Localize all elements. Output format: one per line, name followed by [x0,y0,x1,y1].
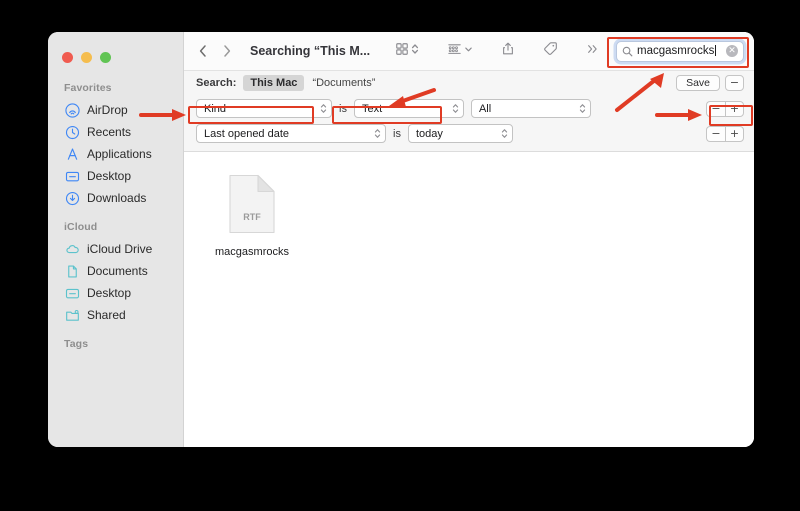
clear-search-icon[interactable]: ✕ [726,45,738,57]
sidebar-item-label: Recents [87,125,132,139]
downloads-icon [65,191,80,206]
sidebar-item-desktop[interactable]: Desktop [48,165,183,187]
criteria-stepper-pair: − + [706,100,744,117]
add-criteria-button[interactable]: + [725,100,744,117]
sidebar-group-icloud-title: iCloud [64,221,98,233]
sidebar-item-shared[interactable]: Shared [48,304,183,326]
text-caret [715,45,717,56]
clock-icon [65,125,80,140]
grid-view-icon [395,42,409,61]
sidebar-item-icloud-desktop[interactable]: Desktop [48,282,183,304]
group-by-button[interactable] [444,39,476,63]
sidebar-item-label: iCloud Drive [87,242,153,256]
share-icon [501,41,515,61]
add-criteria-button[interactable]: + [725,125,744,142]
search-value: macgasmrocks [637,45,715,57]
applications-icon [65,147,80,162]
save-search-button[interactable]: Save [676,74,720,91]
main-area: Searching “This M... macgasmrocks ✕ Sear… [184,32,754,447]
search-label: Search: [196,76,237,89]
sidebar-group-favorites-title: Favorites [64,82,112,94]
criteria-operator: is [393,127,401,140]
criteria-row: Last opened date is today − + [196,121,744,146]
desktop-icon [65,286,80,301]
search-input[interactable]: macgasmrocks ✕ [616,40,744,62]
scope-this-mac[interactable]: This Mac [243,74,305,91]
save-group: Save − [676,74,744,91]
remove-criteria-button[interactable]: − [725,74,744,91]
window-title: Searching “This M... [250,44,371,58]
minimize-button[interactable] [81,52,92,63]
sidebar-item-recents[interactable]: Recents [48,121,183,143]
sidebar-item-documents[interactable]: Documents [48,260,183,282]
sidebar-item-label: Desktop [87,169,132,183]
sidebar: Favorites AirDrop Recents Applications D… [48,32,184,447]
toolbar: Searching “This M... macgasmrocks ✕ [184,32,754,70]
share-button[interactable] [498,39,518,63]
file-label: macgasmrocks [215,246,289,258]
tag-icon [543,41,558,61]
finder-window: Favorites AirDrop Recents Applications D… [48,32,754,447]
navigation-buttons [192,39,238,63]
criteria-value-select-today[interactable]: today [407,124,513,143]
close-button[interactable] [62,52,73,63]
sidebar-group-tags-title: Tags [64,338,89,350]
criteria-attribute-select-kind[interactable]: Kind [196,99,332,118]
sidebar-item-label: Downloads [87,191,147,205]
desktop-icon [65,169,80,184]
zoom-button[interactable] [100,52,111,63]
search-icon [622,46,633,57]
sidebar-item-airdrop[interactable]: AirDrop [48,99,183,121]
sidebar-item-label: Desktop [87,286,132,300]
tag-button[interactable] [540,39,561,63]
sidebar-item-label: Documents [87,264,148,278]
rtf-document-icon: RTF [208,174,296,239]
sidebar-item-label: Applications [87,147,152,161]
view-options-button[interactable] [392,39,422,63]
window-controls [48,40,183,70]
criteria-row: Kind is Text All − + [196,96,744,121]
forward-button[interactable] [216,39,238,63]
chevron-updown-icon [374,127,381,140]
airdrop-icon [65,102,80,118]
chevron-updown-icon [320,102,327,115]
svg-text:RTF: RTF [243,212,261,222]
criteria-stepper-pair: − + [706,125,744,142]
search-scope-bar: Search: This Mac “Documents” Save − [184,70,754,94]
sidebar-item-icloud-drive[interactable]: iCloud Drive [48,238,183,260]
criteria-row-buttons: − + [706,100,744,117]
criteria-attribute-select-date[interactable]: Last opened date [196,124,386,143]
remove-criteria-button[interactable]: − [706,100,725,117]
search-criteria-panel: Kind is Text All − + Last opened date is… [184,94,754,152]
search-field-wrapper: macgasmrocks ✕ [616,40,744,62]
cloud-icon [65,242,80,257]
chevron-down-icon [464,42,473,61]
chevron-updown-icon [411,42,419,61]
chevron-updown-icon [579,102,586,115]
scope-documents[interactable]: “Documents” [312,77,375,89]
more-chevrons-icon [586,42,600,61]
sidebar-item-applications[interactable]: Applications [48,143,183,165]
shared-folder-icon [65,308,80,323]
screenshot-stage: Favorites AirDrop Recents Applications D… [0,0,800,511]
more-toolbar-items-button[interactable] [583,39,603,63]
sidebar-item-downloads[interactable]: Downloads [48,187,183,209]
criteria-row-buttons: − + [706,125,744,142]
file-results-area[interactable]: RTF macgasmrocks [184,152,754,447]
criteria-value-select-text[interactable]: Text [353,99,464,118]
criteria-extra-select-all[interactable]: All [470,99,591,118]
sidebar-item-label: Shared [87,308,126,322]
group-by-icon [447,42,462,61]
back-button[interactable] [192,39,214,63]
toolbar-right-group: macgasmrocks ✕ [616,40,744,62]
chevron-updown-icon [501,127,508,140]
remove-criteria-button[interactable]: − [706,125,725,142]
sidebar-item-label: AirDrop [87,103,128,117]
document-icon [65,264,80,279]
chevron-updown-icon [452,102,459,115]
file-item[interactable]: RTF macgasmrocks [208,174,296,258]
criteria-operator: is [339,102,347,115]
